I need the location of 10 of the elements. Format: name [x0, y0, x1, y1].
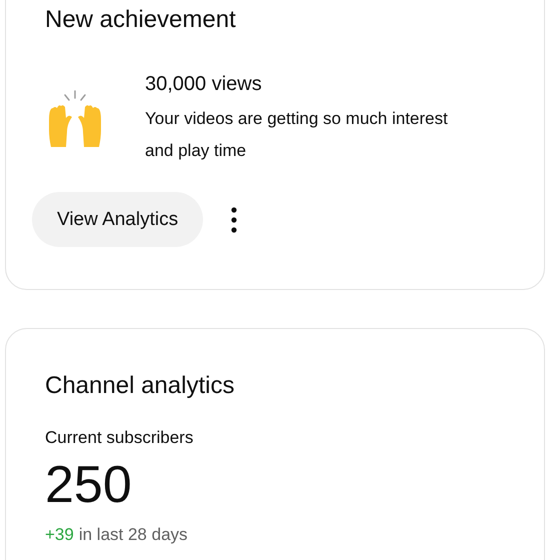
- achievement-message: Your videos are getting so much interest and play time: [145, 108, 449, 162]
- view-analytics-button[interactable]: View Analytics: [32, 192, 204, 247]
- achievement-headline: 30,000 views: [145, 72, 263, 97]
- change-period: in last 28 days: [78, 524, 188, 546]
- card-title: New achievement: [45, 5, 237, 35]
- card-title: Channel analytics: [45, 371, 236, 401]
- subscriber-change: +39: [45, 524, 74, 546]
- metric-label: Current subscribers: [45, 427, 194, 449]
- more-options-icon[interactable]: [231, 206, 238, 232]
- subscriber-count: 250: [45, 455, 133, 515]
